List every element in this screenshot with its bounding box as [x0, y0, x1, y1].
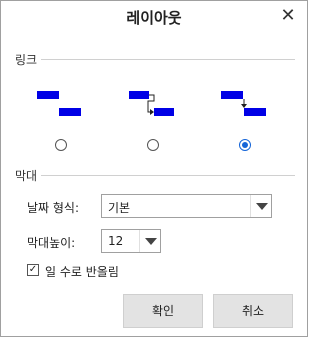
chevron-down-icon — [250, 195, 271, 217]
round-days-label: 일 수로 반올림 — [45, 265, 119, 279]
bar-section-label: 막대 — [15, 169, 38, 183]
link-option-down-radio[interactable] — [239, 139, 251, 151]
link-section-divider — [41, 59, 295, 60]
bar-height-label: 막대높이: — [27, 236, 76, 250]
link-section-label: 링크 — [15, 53, 38, 67]
date-format-label: 날짜 형식: — [27, 201, 80, 215]
link-option-straight-radio[interactable] — [55, 139, 67, 151]
close-icon[interactable]: ✕ — [277, 5, 299, 27]
layout-dialog: 레이아웃 ✕ 링크 막대 날짜 형식: 기본 막대높이: 12 ✓ 일 수로 반… — [0, 0, 308, 337]
bar-height-select[interactable]: 12 — [101, 229, 161, 253]
chevron-down-icon — [139, 230, 160, 252]
link-option-elbow-radio[interactable] — [147, 139, 159, 151]
link-down-icon — [221, 91, 266, 116]
round-days-checkbox[interactable]: ✓ — [27, 264, 39, 276]
dialog-title: 레이아웃 — [126, 9, 182, 27]
bar-height-value: 12 — [108, 234, 124, 248]
bar-section-divider — [41, 175, 295, 176]
date-format-value: 기본 — [108, 201, 131, 215]
ok-button[interactable]: 확인 — [123, 294, 203, 328]
cancel-button[interactable]: 취소 — [213, 294, 293, 328]
link-straight-icon — [37, 91, 81, 116]
link-elbow-icon — [129, 91, 174, 116]
date-format-select[interactable]: 기본 — [101, 194, 272, 218]
